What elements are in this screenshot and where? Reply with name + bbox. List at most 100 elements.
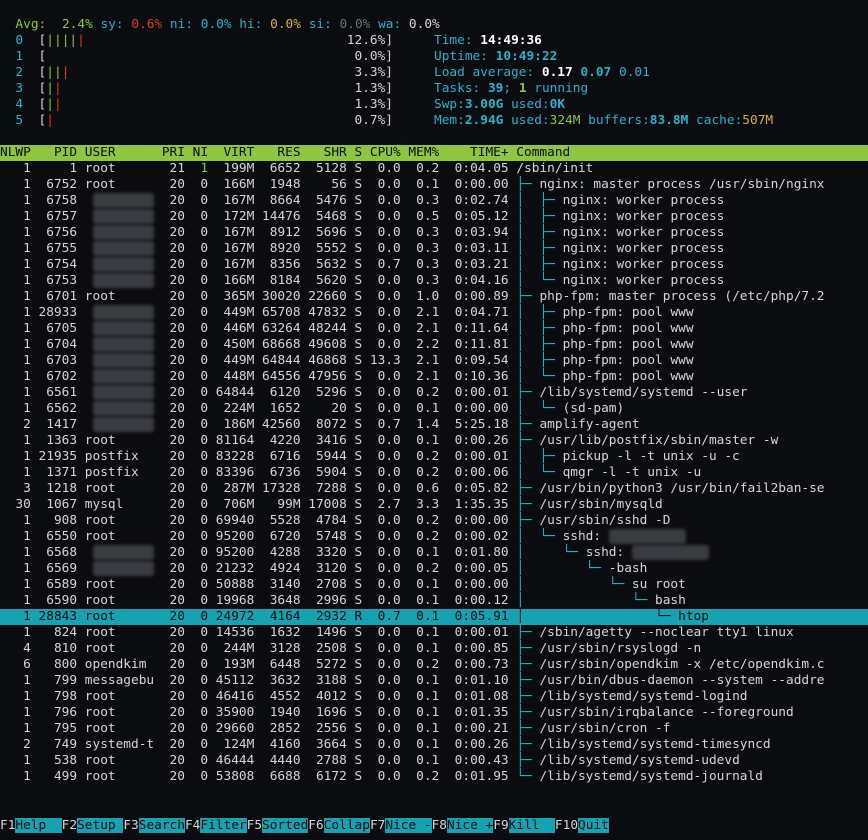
- fkey-button-collap[interactable]: Collap: [323, 818, 370, 833]
- fkey-button-nice[interactable]: Nice +: [447, 818, 494, 833]
- column-header-mem[interactable]: MEM%: [401, 145, 439, 160]
- column-header-pid[interactable]: PID: [31, 145, 77, 160]
- fkey-f1: F1: [0, 818, 16, 833]
- cell-mem: 0.1: [400, 609, 440, 624]
- table-row[interactable]: 1 6568 xxxxxxxx 20 0 95200 4288 3320 S 0…: [0, 545, 709, 561]
- cell-mem: 0.3: [400, 273, 440, 288]
- table-row[interactable]: 1 6569 xxxxxxxx 20 0 21232 4924 3120 S 0…: [0, 561, 647, 577]
- column-header-state[interactable]: S: [347, 145, 362, 160]
- column-header-pri[interactable]: PRI: [154, 145, 185, 160]
- cell-user: root: [84, 753, 155, 768]
- fkey-button-sorted[interactable]: Sorted: [262, 818, 309, 833]
- column-header-virt[interactable]: VIRT: [208, 145, 254, 160]
- table-row[interactable]: 1 1371 postfix 20 0 83396 6736 5904 S 0.…: [0, 465, 701, 481]
- fkey-button-filter[interactable]: Filter: [200, 818, 247, 833]
- column-header-shr[interactable]: SHR: [301, 145, 347, 160]
- table-row[interactable]: 1 6753 xxxxxxxx 20 0 166M 8184 5620 S 0.…: [0, 273, 724, 289]
- table-row[interactable]: 4 810 root 20 0 244M 3128 2508 S 0.0 0.1…: [0, 641, 701, 657]
- table-row-selected[interactable]: 1 28843 root 20 0 24972 4164 2932 R 0.7 …: [0, 609, 868, 625]
- cell-tree: ├─: [516, 433, 540, 448]
- cell-command: /lib/systemd/systemd-timesyncd: [539, 737, 771, 752]
- process-table-header[interactable]: NLWP PID USER PRI NI VIRT RES SHR S CPU%…: [0, 145, 868, 161]
- table-row[interactable]: 1 6561 xxxxxxxx 20 0 64844 6120 5296 S 0…: [0, 385, 748, 401]
- table-row[interactable]: 1 795 root 20 0 29660 2852 2556 S 0.0 0.…: [0, 721, 670, 737]
- table-row[interactable]: 1 6562 xxxxxxxx 20 0 224M 1652 20 S 0.0 …: [0, 401, 624, 417]
- table-row[interactable]: 1 6550 root 20 0 95200 6720 5748 S 0.0 0…: [0, 529, 686, 545]
- cell-nlwp: 1: [0, 321, 31, 336]
- table-row[interactable]: 3 1218 root 20 0 287M 17328 7288 S 0.0 0…: [0, 481, 824, 497]
- column-header-command[interactable]: Command: [509, 145, 570, 160]
- cell-pid: 6569: [30, 561, 78, 576]
- cell-virt: 95200: [208, 545, 255, 560]
- cell-virt: 50888: [208, 577, 255, 592]
- table-row[interactable]: 1 6705 xxxxxxxx 20 0 446M 63264 48244 S …: [0, 321, 694, 337]
- table-row[interactable]: 1 6755 xxxxxxxx 20 0 167M 8920 5552 S 0.…: [0, 241, 724, 257]
- cell-shr: 2788: [300, 753, 347, 768]
- cell-command: php-fpm: pool www: [562, 369, 694, 384]
- cell-user-redacted: xxxxxxxx: [92, 209, 155, 224]
- table-row[interactable]: 1 6758 xxxxxxxx 20 0 167M 8664 5476 S 0.…: [0, 193, 724, 209]
- table-row[interactable]: 6 800 opendkim 20 0 193M 6448 5272 S 0.0…: [0, 657, 824, 673]
- cell-pid: 28933: [30, 305, 78, 320]
- cell-cpu: 0.0: [362, 625, 401, 640]
- column-header-user[interactable]: USER: [77, 145, 154, 160]
- table-row[interactable]: 1 6703 xxxxxxxx 20 0 449M 64844 46868 S …: [0, 353, 694, 369]
- cell-tree: ├─: [516, 705, 540, 720]
- table-row[interactable]: 1 908 root 20 0 69940 5528 4784 S 0.0 0.…: [0, 513, 670, 529]
- table-row[interactable]: 30 1067 mysql 20 0 706M 99M 17008 S 2.7 …: [0, 497, 662, 513]
- cell-virt: 83228: [208, 449, 255, 464]
- table-row[interactable]: 1 1 root 21 1 199M 6652 5128 S 0.0 0.2 0…: [0, 161, 593, 177]
- cell-time: 0:03.21: [439, 257, 509, 272]
- table-row[interactable]: 1 824 root 20 0 14536 1632 1496 S 0.0 0.…: [0, 625, 794, 641]
- table-row[interactable]: 1 499 root 20 0 53808 6688 6172 S 0.0 0.…: [0, 769, 763, 785]
- cell-virt: 69940: [208, 513, 255, 528]
- cell-command: nginx: worker process: [562, 209, 725, 224]
- cell-tree: │ └─: [516, 401, 563, 416]
- cell-user-redacted-pad: [85, 193, 93, 208]
- table-row[interactable]: 1 6756 xxxxxxxx 20 0 167M 8912 5696 S 0.…: [0, 225, 724, 241]
- cell-nlwp: 1: [0, 193, 31, 208]
- cell-pid: 6703: [30, 353, 78, 368]
- table-row[interactable]: 1 538 root 20 0 46444 4440 2788 S 0.0 0.…: [0, 753, 740, 769]
- fkey-button-quit[interactable]: Quit: [578, 818, 609, 833]
- cell-mem: 0.1: [400, 545, 440, 560]
- cell-cpu: 0.0: [362, 657, 401, 672]
- table-row[interactable]: 2 1417 xxxxxxxx 20 0 186M 42560 8072 S 0…: [0, 417, 640, 433]
- column-header-ni[interactable]: NI: [185, 145, 208, 160]
- cell-nlwp: 3: [0, 481, 31, 496]
- table-row[interactable]: 1 21935 postfix 20 0 83228 6716 5944 S 0…: [0, 449, 740, 465]
- cpu-meter-percent: 0.0%]: [354, 49, 393, 64]
- cell-state: S: [346, 529, 363, 544]
- fkey-button-setup[interactable]: Setup: [77, 818, 124, 833]
- table-row[interactable]: 1 799 messagebu 20 0 45112 3632 3188 S 0…: [0, 673, 824, 689]
- cell-pri: 20: [154, 609, 185, 624]
- cell-user: root: [84, 529, 155, 544]
- table-row[interactable]: 1 796 root 20 0 35900 1940 1696 S 0.0 0.…: [0, 705, 794, 721]
- fkey-button-help[interactable]: Help: [15, 818, 62, 833]
- cell-time: 0:00.01: [439, 625, 509, 640]
- table-row[interactable]: 1 6701 root 20 0 365M 30020 22660 S 0.0 …: [0, 289, 824, 305]
- column-header-time[interactable]: TIME+: [439, 145, 509, 160]
- table-row[interactable]: 1 6589 root 20 0 50888 3140 2708 S 0.0 0…: [0, 577, 686, 593]
- table-row[interactable]: 1 6752 root 20 0 166M 1948 56 S 0.0 0.1 …: [0, 177, 824, 193]
- table-row[interactable]: 1 28933 xxxxxxxx 20 0 449M 65708 47832 S…: [0, 305, 694, 321]
- table-row[interactable]: 1 798 root 20 0 46416 4552 4012 S 0.0 0.…: [0, 689, 747, 705]
- column-header-cpu[interactable]: CPU%: [362, 145, 401, 160]
- table-row[interactable]: 1 6754 xxxxxxxx 20 0 167M 8356 5632 S 0.…: [0, 257, 724, 273]
- fkey-button-nice[interactable]: Nice -: [385, 818, 432, 833]
- table-row[interactable]: 1 6704 xxxxxxxx 20 0 450M 68668 49608 S …: [0, 337, 694, 353]
- table-row[interactable]: 1 1363 root 20 0 81164 4220 3416 S 0.0 0…: [0, 433, 778, 449]
- column-header-res[interactable]: RES: [254, 145, 300, 160]
- table-row[interactable]: 2 749 systemd-t 20 0 124M 4160 3664 S 0.…: [0, 737, 771, 753]
- table-row[interactable]: 1 6702 xxxxxxxx 20 0 448M 64556 47956 S …: [0, 369, 694, 385]
- table-row[interactable]: 1 6757 xxxxxxxx 20 0 172M 14476 5468 S 0…: [0, 209, 724, 225]
- cell-tree: │ ├─: [516, 337, 563, 352]
- fkey-button-kill[interactable]: Kill: [508, 818, 555, 833]
- fkey-button-search[interactable]: Search: [138, 818, 185, 833]
- column-header-nlwp[interactable]: NLWP: [0, 145, 31, 160]
- table-row[interactable]: 1 6590 root 20 0 19968 3648 2996 S 0.0 0…: [0, 593, 686, 609]
- cell-virt: 446M: [208, 321, 255, 336]
- cell-res: 4160: [254, 737, 301, 752]
- cell-ni: 0: [184, 433, 209, 448]
- cell-time: 0:00.85: [439, 641, 509, 656]
